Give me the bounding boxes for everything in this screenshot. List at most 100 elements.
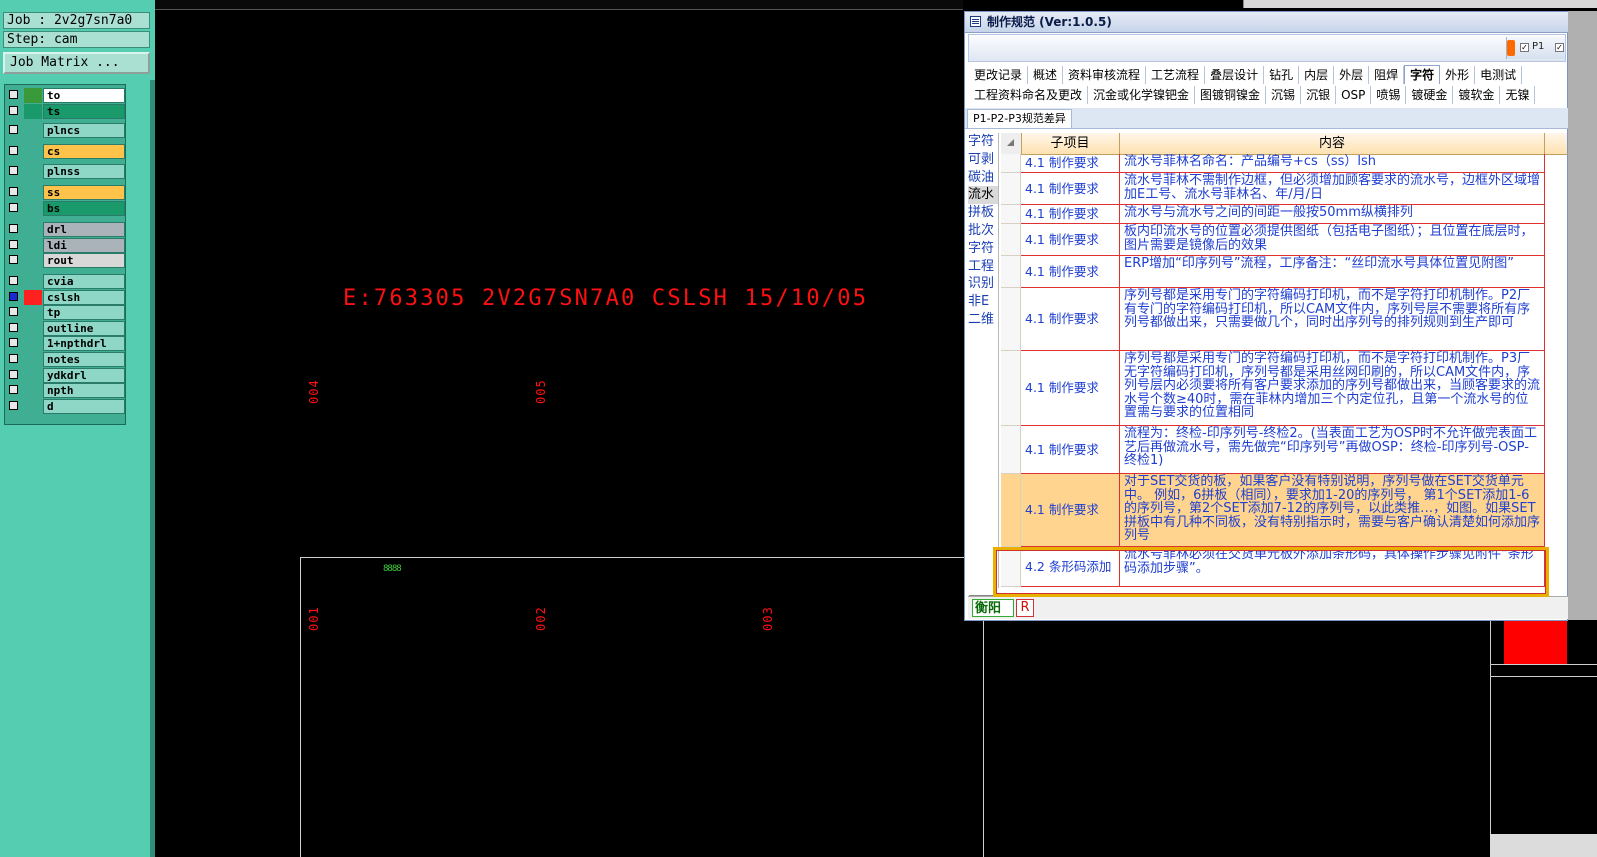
cell-content[interactable]: 流水号与流水号之间的间距一般按50mm纵横排列 [1120,205,1545,224]
layer-color-swatch[interactable] [24,253,42,268]
layer-row-to[interactable]: to [7,88,125,103]
table-row[interactable]: 4.1 制作要求 序列号都是采用专门的字符编码打印机，而不是字符打印机制作。P2厂… [1001,288,1567,351]
layer-name[interactable]: plncs [43,123,125,138]
tab-tabs_row1-6[interactable]: 内层 [1299,66,1335,84]
cell-subitem[interactable]: 4.1 制作要求 [1021,426,1120,474]
layer-checkbox[interactable] [9,307,18,316]
table-row[interactable]: 4.1 制作要求 序列号都是采用专门的字符编码打印机，而不是字符打印机制作。P3厂… [1001,351,1567,426]
layer-name[interactable]: npth [43,383,125,398]
layer-color-swatch[interactable] [24,123,42,138]
table-row[interactable]: 4.1 制作要求 板内印流水号的位置必须提供图纸（包括电子图纸）；且位置在底层时，… [1001,224,1567,256]
tab-tabs_row2-3[interactable]: 沉锡 [1266,86,1302,104]
layer-row-ss[interactable]: ss [7,185,125,200]
table-row[interactable]: 4.1 制作要求 流水号与流水号之间的间距一般按50mm纵横排列 [1001,205,1567,224]
layer-color-swatch[interactable] [24,352,42,367]
layer-checkbox[interactable] [9,224,18,233]
tab-tabs_row1-10[interactable]: 外形 [1440,66,1476,84]
layer-name[interactable]: d [43,399,125,414]
layer-color-swatch[interactable] [24,383,42,398]
cell-subitem[interactable]: 4.1 制作要求 [1021,288,1120,351]
layer-checkbox[interactable] [9,385,18,394]
layer-color-swatch[interactable] [24,321,42,336]
section-item[interactable]: 字符 [968,240,998,258]
layer-color-swatch[interactable] [24,88,42,103]
cell-content[interactable]: 序列号都是采用专门的字符编码打印机，而不是字符打印机制作。P2厂有专门的字符编码… [1120,288,1545,351]
layer-checkbox[interactable] [9,276,18,285]
layer-checkbox[interactable] [9,323,18,332]
section-item[interactable]: 流水 [968,186,998,205]
layer-checkbox[interactable] [9,401,18,410]
cell-subitem[interactable]: 4.1 制作要求 [1021,154,1120,173]
layer-name[interactable]: cslsh [43,290,125,305]
layer-row-ts[interactable]: ts [7,104,125,119]
layer-name[interactable]: bs [43,201,125,216]
layer-row-rout[interactable]: rout [7,253,125,268]
layer-color-swatch[interactable] [24,238,42,253]
tab-tabs_row2-2[interactable]: 图镀铜镍金 [1195,86,1267,104]
row-header[interactable] [1001,474,1021,547]
tab-tabs_row2-8[interactable]: 镀软金 [1453,86,1501,104]
layer-name[interactable]: plnss [43,164,125,179]
section-item[interactable]: 工程 [968,258,998,276]
option-checkbox[interactable]: ✓ [1555,43,1564,52]
cell-content[interactable]: 流水号菲林不需制作边框，但必须增加顾客要求的流水号，边框外区域增加E工号、流水号… [1120,173,1545,205]
tab-tabs_row1-7[interactable]: 外层 [1334,66,1370,84]
layer-checkbox[interactable] [9,106,18,115]
tab-tabs_row2-9[interactable]: 无镍 [1500,86,1536,104]
table-row[interactable]: 4.1 制作要求 流程为：终检-印序列号-终检2。(当表面工艺为OSP时不允许做完… [1001,426,1567,474]
cell-subitem[interactable]: 4.1 制作要求 [1021,256,1120,288]
row-header[interactable] [1001,154,1021,173]
layer-row-cs[interactable]: cs [7,144,125,159]
cell-subitem[interactable]: 4.1 制作要求 [1021,474,1120,547]
layer-name[interactable]: tp [43,305,125,320]
layer-row-drl[interactable]: drl [7,222,125,237]
dialog-title-bar[interactable]: 制作规范 (Ver:1.0.5) [965,12,1568,33]
layer-row-npth[interactable]: npth [7,383,125,398]
layer-checkbox[interactable] [9,370,18,379]
row-header[interactable] [1001,288,1021,351]
layer-color-swatch[interactable] [24,164,42,179]
row-header[interactable] [1001,173,1021,205]
cell-subitem[interactable]: 4.1 制作要求 [1021,173,1120,205]
table-row[interactable]: 4.1 制作要求 流水号菲林不需制作边框，但必须增加顾客要求的流水号，边框外区域增… [1001,173,1567,205]
layer-checkbox[interactable] [9,292,18,301]
row-header[interactable] [1001,426,1021,474]
layer-color-swatch[interactable] [24,290,42,305]
layer-name[interactable]: 1+npthdrl [43,336,125,351]
layer-checkbox[interactable] [9,90,18,99]
table-row[interactable]: 4.1 制作要求 ERP增加“印序列号”流程，工序备注：“丝印流水号具体位置见附图… [1001,256,1567,288]
layer-color-swatch[interactable] [24,336,42,351]
tab-tabs_row1-3[interactable]: 工艺流程 [1146,66,1206,84]
row-header[interactable] [1001,256,1021,288]
layer-row-ldi[interactable]: ldi [7,238,125,253]
tab-tabs_row1-4[interactable]: 叠层设计 [1205,66,1265,84]
column-header-content[interactable]: 内容 [1120,133,1545,154]
p1-checkbox[interactable]: ✓ [1520,43,1529,52]
layer-row-notes[interactable]: notes [7,352,125,367]
layer-name[interactable]: rout [43,253,125,268]
layer-name[interactable]: ss [43,185,125,200]
layer-row-d[interactable]: d [7,399,125,414]
layer-name[interactable]: ydkdrl [43,368,125,383]
cell-content[interactable]: 序列号都是采用专门的字符编码打印机，而不是字符打印机制作。P3厂无字符编码打印机… [1120,351,1545,426]
status-r[interactable]: R [1016,599,1034,617]
layer-color-swatch[interactable] [24,222,42,237]
section-item[interactable]: 拼板 [968,204,998,222]
tab-tabs_row1-0[interactable]: 更改记录 [969,66,1029,84]
layer-checkbox[interactable] [9,354,18,363]
tab-tabs_row1-8[interactable]: 阻焊 [1369,66,1405,84]
layer-name[interactable]: outline [43,321,125,336]
tab-tabs_row2-1[interactable]: 沉金或化学镍钯金 [1088,86,1196,104]
layer-row-bs[interactable]: bs [7,201,125,216]
toolbar-grip-icon[interactable] [1507,40,1515,56]
column-header-sub[interactable]: 子项目 [1021,133,1120,154]
layer-row-tp[interactable]: tp [7,305,125,320]
job-matrix-button[interactable]: Job Matrix ... [3,52,150,74]
layer-name[interactable]: drl [43,222,125,237]
layer-row-plnss[interactable]: plnss [7,164,125,179]
layer-checkbox[interactable] [9,187,18,196]
layer-color-swatch[interactable] [24,274,42,289]
layer-checkbox[interactable] [9,255,18,264]
layer-name[interactable]: notes [43,352,125,367]
tab-tabs_row1-1[interactable]: 概述 [1028,66,1064,84]
